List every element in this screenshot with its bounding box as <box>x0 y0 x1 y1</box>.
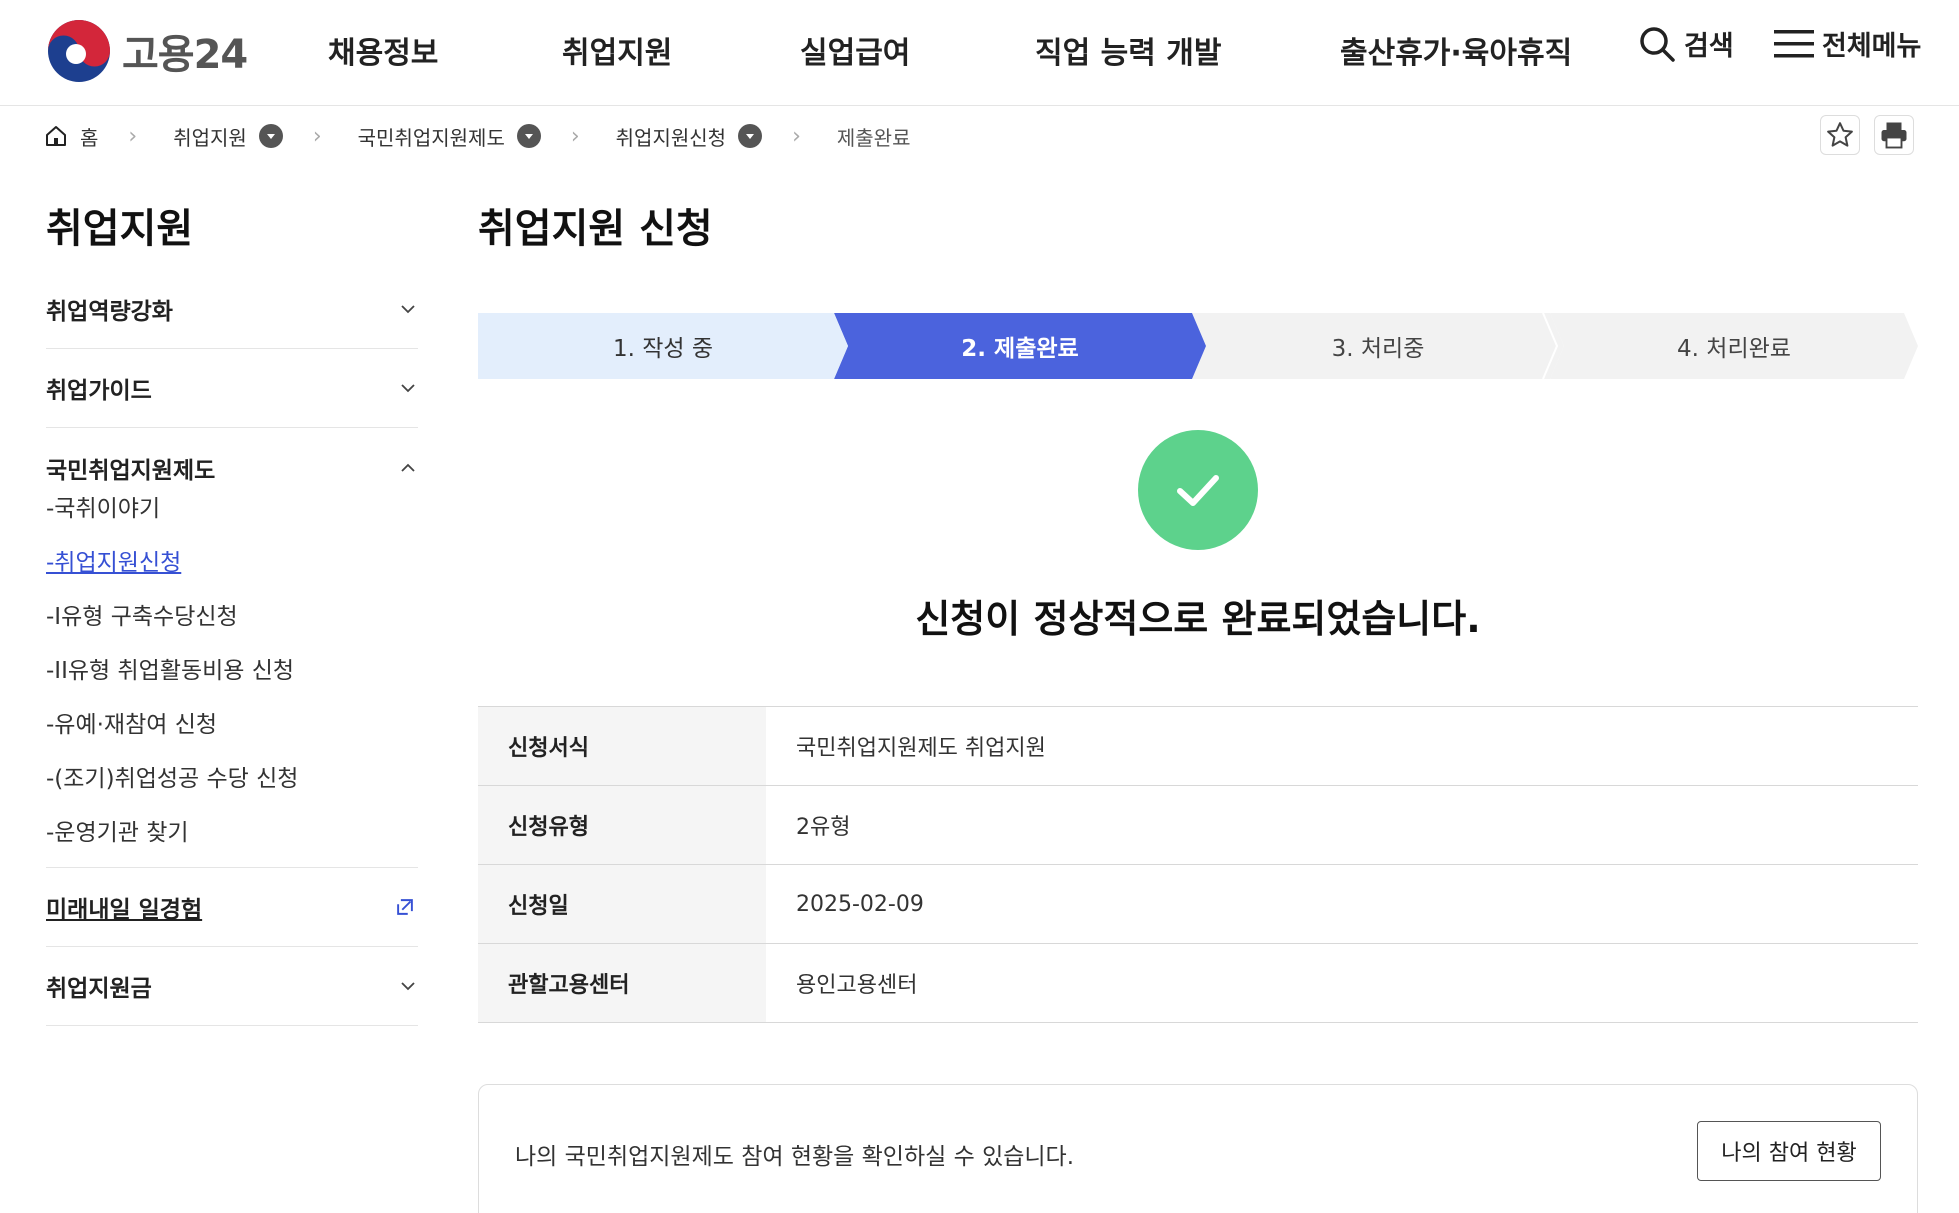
sidebar-item-label: 취업가이드 <box>46 378 152 404</box>
table-row: 신청서식 국민취업지원제도 취업지원 <box>478 707 1918 786</box>
nav-item-parental-leave[interactable]: 출산휴가·육아휴직 <box>1340 28 1572 72</box>
chevron-up-icon <box>401 463 415 472</box>
sidebar-subitem-application[interactable]: -취업지원신청 <box>46 533 418 587</box>
sidebar-subitem-deferral[interactable]: -유예·재참여 신청 <box>46 695 418 749</box>
sidebar-item-label: 미래내일 일경험 <box>46 897 203 923</box>
nav-item-vocational-training[interactable]: 직업 능력 개발 <box>1035 28 1222 72</box>
step-writing: 1. 작성 중 <box>478 313 848 379</box>
table-cell: 2유형 <box>796 815 851 840</box>
search-icon <box>1640 26 1675 62</box>
sidebar-item-guide[interactable]: 취업가이드 <box>46 349 418 428</box>
notice-text: 나의 국민취업지원제도 참여 현황을 확인하실 수 있습니다. <box>515 1144 1075 1170</box>
step-completed-processing: 4. 처리완료 <box>1550 313 1918 379</box>
sidebar-subitem-type2-expense[interactable]: -II유형 취업활동비용 신청 <box>46 641 418 695</box>
breadcrumb-item-label: 취업지원신청 <box>615 125 727 150</box>
breadcrumb: 홈 › 취업지원 › 국민취업지원제도 › 취업지원신청 › 제출완료 <box>44 120 910 152</box>
sidebar-item-label: 취업역량강화 <box>46 299 173 325</box>
breadcrumb-separator: › <box>792 123 801 149</box>
sidebar-menu: 취업역량강화 취업가이드 국민취업지원제도 -국취이야기 -취업지원신청 -I유… <box>46 270 418 1026</box>
chevron-down-icon <box>401 305 415 314</box>
all-menu-button[interactable]: 전체메뉴 <box>1774 24 1921 63</box>
breadcrumb-item-employment-support[interactable]: 취업지원 <box>173 122 283 151</box>
breadcrumb-item-national-program[interactable]: 국민취업지원제도 <box>358 122 541 151</box>
search-button[interactable]: 검색 <box>1638 24 1734 63</box>
table-row: 관할고용센터 용인고용센터 <box>478 944 1918 1023</box>
chevron-down-icon <box>401 384 415 393</box>
site-logo[interactable]: 고용24 <box>46 18 248 84</box>
site-header: 고용24 채용정보 취업지원 실업급여 직업 능력 개발 출산휴가·육아휴직 검… <box>0 0 1959 106</box>
all-menu-label: 전체메뉴 <box>1822 31 1922 62</box>
application-info-table: 신청서식 국민취업지원제도 취업지원 신청유형 2유형 신청일 2025-02-… <box>478 706 1918 1023</box>
participation-notice-box: 나의 국민취업지원제도 참여 현황을 확인하실 수 있습니다. 나의 참여 현황 <box>478 1084 1918 1213</box>
breadcrumb-home[interactable]: 홈 <box>44 122 98 151</box>
chevron-down-icon[interactable] <box>258 124 283 148</box>
sidebar-subitem-story[interactable]: -국취이야기 <box>46 479 418 533</box>
my-participation-status-button[interactable]: 나의 참여 현황 <box>1697 1121 1881 1181</box>
table-header-cell: 신청일 <box>478 865 766 943</box>
sidebar-item-work-experience[interactable]: 미래내일 일경험 <box>46 868 418 947</box>
progress-steps: 4. 처리완료 3. 처리중 2. 제출완료 1. 작성 중 <box>478 313 1918 379</box>
sidebar-title: 취업지원 <box>46 206 194 252</box>
table-cell: 2025-02-09 <box>796 891 924 917</box>
sidebar-item-label: 국민취업지원제도 <box>46 457 216 484</box>
chevron-down-icon[interactable] <box>738 124 763 148</box>
table-header-cell: 관할고용센터 <box>478 944 766 1022</box>
success-message: 신청이 정상적으로 완료되었습니다. <box>915 597 1481 641</box>
chevron-down-icon <box>401 982 415 991</box>
nav-item-unemployment-benefit[interactable]: 실업급여 <box>800 28 910 72</box>
search-label: 검색 <box>1684 31 1734 62</box>
table-header-cell: 신청유형 <box>478 786 766 864</box>
sidebar-submenu: -국취이야기 -취업지원신청 -I유형 구축수당신청 -II유형 취업활동비용 … <box>46 479 418 868</box>
breadcrumb-home-label: 홈 <box>80 125 99 150</box>
success-check-icon <box>1138 430 1258 550</box>
sidebar-subitem-type1-allowance[interactable]: -I유형 구축수당신청 <box>46 587 418 641</box>
breadcrumb-separator: › <box>128 123 138 149</box>
table-cell: 용인고용센터 <box>796 973 918 998</box>
table-row: 신청일 2025-02-09 <box>478 865 1918 944</box>
breadcrumb-item-application[interactable]: 취업지원신청 <box>615 122 763 151</box>
step-divider <box>1542 313 1558 379</box>
bookmark-button[interactable] <box>1820 115 1860 155</box>
taegeuk-logo-icon <box>48 20 110 82</box>
breadcrumb-separator: › <box>312 123 322 149</box>
chevron-down-icon[interactable] <box>516 124 541 148</box>
sidebar-subitem-find-agency[interactable]: -운영기관 찾기 <box>46 803 418 857</box>
print-button[interactable] <box>1874 115 1914 155</box>
breadcrumb-item-label: 국민취업지원제도 <box>357 125 505 150</box>
table-header-cell: 신청서식 <box>478 707 766 785</box>
home-icon <box>46 126 66 146</box>
sidebar-item-subsidy[interactable]: 취업지원금 <box>46 947 418 1026</box>
star-icon <box>1827 122 1853 147</box>
table-cell: 국민취업지원제도 취업지원 <box>796 736 1046 761</box>
nav-item-employment-support[interactable]: 취업지원 <box>562 28 672 72</box>
sidebar-item-competency[interactable]: 취업역량강화 <box>46 270 418 349</box>
logo-text: 고용24 <box>122 32 248 78</box>
hamburger-menu-icon <box>1774 29 1814 57</box>
table-row: 신청유형 2유형 <box>478 786 1918 865</box>
breadcrumb-separator: › <box>570 123 580 149</box>
sidebar-item-label: 취업지원금 <box>46 976 152 1002</box>
page-title: 취업지원 신청 <box>478 206 713 252</box>
printer-icon <box>1881 122 1907 149</box>
breadcrumb-item-label: 취업지원 <box>173 125 247 150</box>
breadcrumb-current: 제출완료 <box>836 125 911 150</box>
sidebar-subitem-success-allowance[interactable]: -(조기)취업성공 수당 신청 <box>46 749 418 803</box>
step-processing: 3. 처리중 <box>1192 313 1564 379</box>
external-link-icon <box>397 899 413 915</box>
nav-item-jobs[interactable]: 채용정보 <box>328 28 438 72</box>
step-submitted: 2. 제출완료 <box>834 313 1206 379</box>
